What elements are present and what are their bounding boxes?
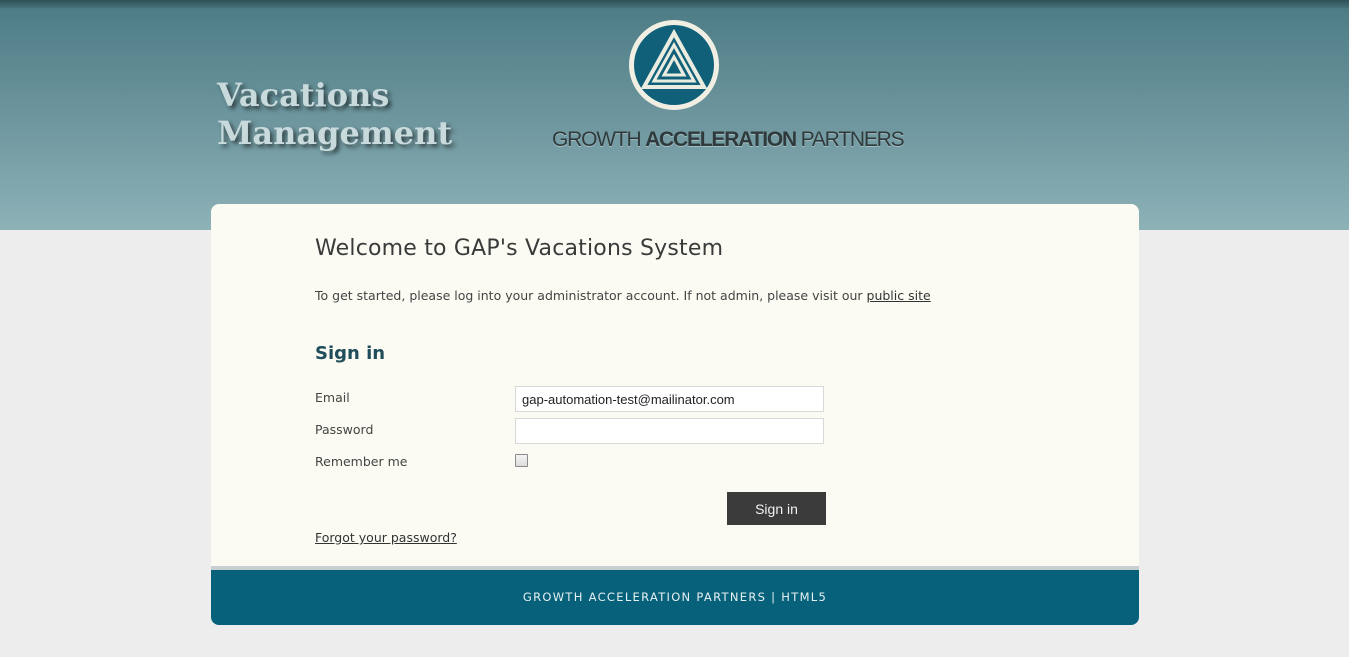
intro-message: To get started, please log into your adm… bbox=[315, 288, 867, 303]
company-wordmark: GROWTH ACCELERATION PARTNERS bbox=[552, 128, 905, 152]
remember-me-checkbox[interactable] bbox=[515, 454, 528, 467]
public-site-link[interactable]: public site bbox=[867, 288, 931, 303]
triangle-logo-icon bbox=[629, 20, 719, 110]
company-logo: GROWTH ACCELERATION PARTNERS bbox=[552, 16, 905, 156]
password-field[interactable] bbox=[515, 418, 824, 444]
wordmark-acceleration: ACCELERATION bbox=[645, 128, 797, 151]
footer-text: GROWTH ACCELERATION PARTNERS | HTML5 bbox=[522, 590, 828, 604]
password-label: Password bbox=[315, 422, 374, 437]
intro-text: To get started, please log into your adm… bbox=[315, 288, 931, 303]
footer: GROWTH ACCELERATION PARTNERS | HTML5 bbox=[211, 566, 1139, 625]
login-card: Welcome to GAP's Vacations System To get… bbox=[211, 204, 1139, 625]
app-title-line2: Management bbox=[217, 114, 453, 152]
signin-button[interactable]: Sign in bbox=[727, 492, 826, 525]
app-title-line1: Vacations bbox=[217, 76, 390, 114]
wordmark-partners: PARTNERS bbox=[795, 128, 905, 151]
app-title: Vacations Management bbox=[217, 76, 452, 152]
wordmark-growth: GROWTH bbox=[552, 128, 646, 151]
remember-me-label: Remember me bbox=[315, 454, 408, 469]
signin-heading: Sign in bbox=[315, 343, 386, 364]
header-band: Vacations Management GROWTH ACCELERATION… bbox=[0, 0, 1349, 230]
page-title: Welcome to GAP's Vacations System bbox=[315, 236, 724, 261]
email-field[interactable] bbox=[515, 386, 824, 412]
forgot-password-link[interactable]: Forgot your password? bbox=[315, 530, 457, 545]
email-label: Email bbox=[315, 390, 350, 405]
